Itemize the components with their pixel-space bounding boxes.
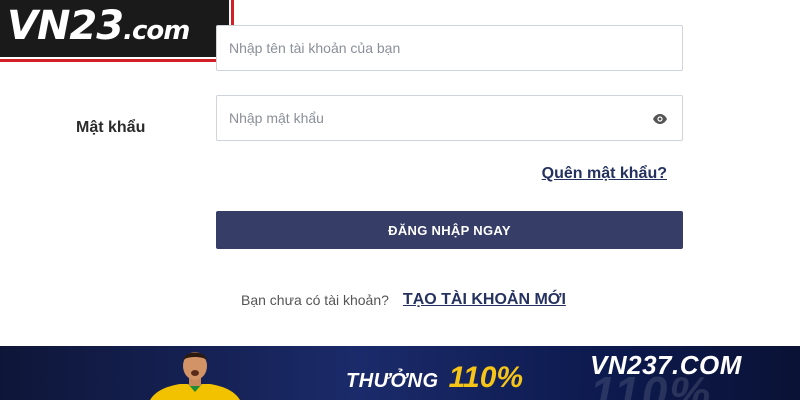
register-prompt: Bạn chưa có tài khoản?: [241, 292, 389, 308]
logo-main-text: VN23: [7, 3, 124, 49]
logo-domain-text: .com: [123, 16, 190, 46]
username-field[interactable]: [216, 25, 683, 71]
player-image: [150, 352, 240, 400]
banner-site-name: VN237.COM: [590, 350, 742, 380]
promo-text: THƯỞNG 110%: [346, 361, 523, 395]
promo-label: THƯỞNG: [346, 370, 439, 392]
password-field[interactable]: [216, 95, 683, 141]
forgot-password-link[interactable]: Quên mật khẩu?: [542, 165, 667, 183]
register-row: Bạn chưa có tài khoản? TẠO TÀI KHOẢN MỚI: [241, 291, 566, 309]
register-link[interactable]: TẠO TÀI KHOẢN MỚI: [403, 291, 566, 309]
eye-icon[interactable]: [652, 111, 668, 127]
promo-value: 110%: [448, 361, 524, 394]
password-input[interactable]: [229, 110, 670, 126]
login-button[interactable]: ĐĂNG NHẬP NGAY: [216, 211, 683, 249]
login-screen: VN23 .com Mật khẩu Quên mật khẩu? ĐĂNG N…: [0, 0, 800, 400]
logo-wordmark: VN23 .com: [7, 3, 190, 49]
password-label: Mật khẩu: [76, 119, 146, 136]
brand-logo[interactable]: VN23 .com: [0, 0, 234, 62]
username-input[interactable]: [229, 40, 670, 56]
promo-banner[interactable]: 110% THƯỞNG 110% VN237.COM: [0, 346, 800, 400]
